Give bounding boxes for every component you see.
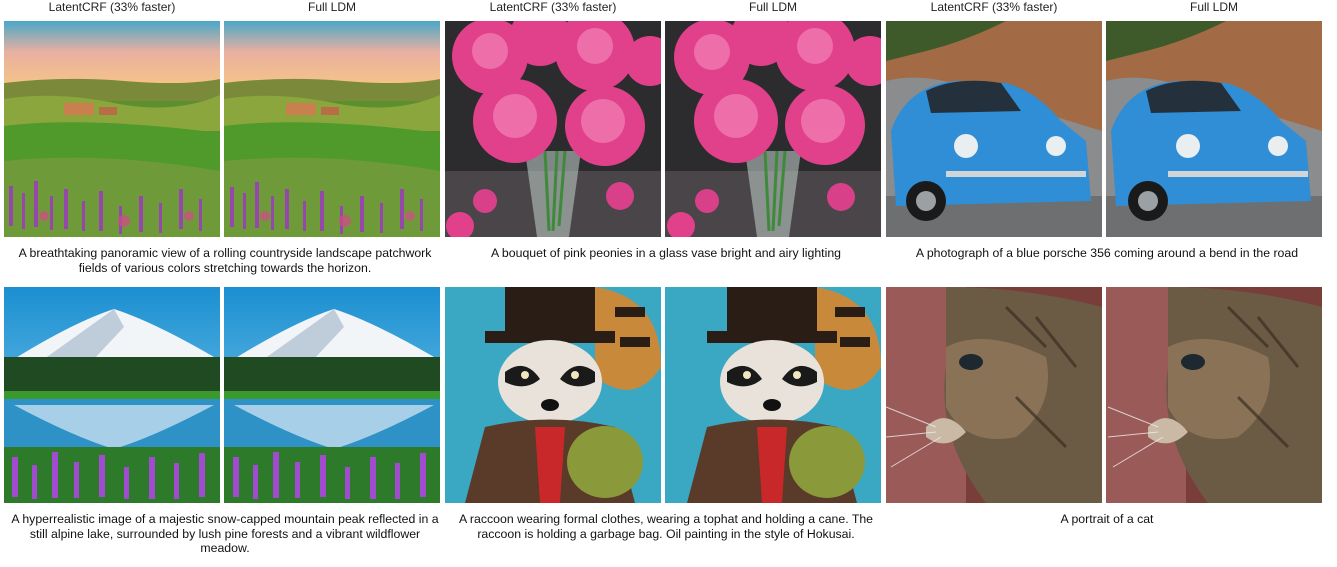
cat-latentcrf-image: [886, 287, 1102, 503]
caption-countryside: A breathtaking panoramic view of a rolli…: [18, 246, 432, 275]
column-label-latentcrf-3: LatentCRF (33% faster): [930, 0, 1058, 14]
raccoon-full-ldm-image: [665, 287, 881, 503]
column-label-full-ldm-3: Full LDM: [1189, 0, 1238, 14]
caption-cat: A portrait of a cat: [1060, 512, 1154, 526]
caption-raccoon: A raccoon wearing formal clothes, wearin…: [458, 512, 874, 541]
caption-peonies: A bouquet of pink peonies in a glass vas…: [490, 246, 841, 260]
porsche-latentcrf-image: [886, 21, 1102, 237]
column-label-latentcrf-2: LatentCRF (33% faster): [489, 0, 617, 14]
caption-mountain: A hyperrealistic image of a majestic sno…: [11, 512, 439, 555]
cat-full-ldm-image: [1106, 287, 1322, 503]
porsche-full-ldm-image: [1106, 21, 1322, 237]
peonies-full-ldm-image: [665, 21, 881, 237]
caption-porsche: A photograph of a blue porsche 356 comin…: [915, 246, 1299, 260]
peonies-latentcrf-image: [445, 21, 661, 237]
countryside-latentcrf-image: [4, 21, 220, 237]
column-label-full-ldm-2: Full LDM: [748, 0, 797, 14]
mountain-full-ldm-image: [224, 287, 440, 503]
mountain-latentcrf-image: [4, 287, 220, 503]
column-label-full-ldm-1: Full LDM: [307, 0, 356, 14]
countryside-full-ldm-image: [224, 21, 440, 237]
raccoon-latentcrf-image: [445, 287, 661, 503]
column-label-latentcrf-1: LatentCRF (33% faster): [48, 0, 176, 14]
